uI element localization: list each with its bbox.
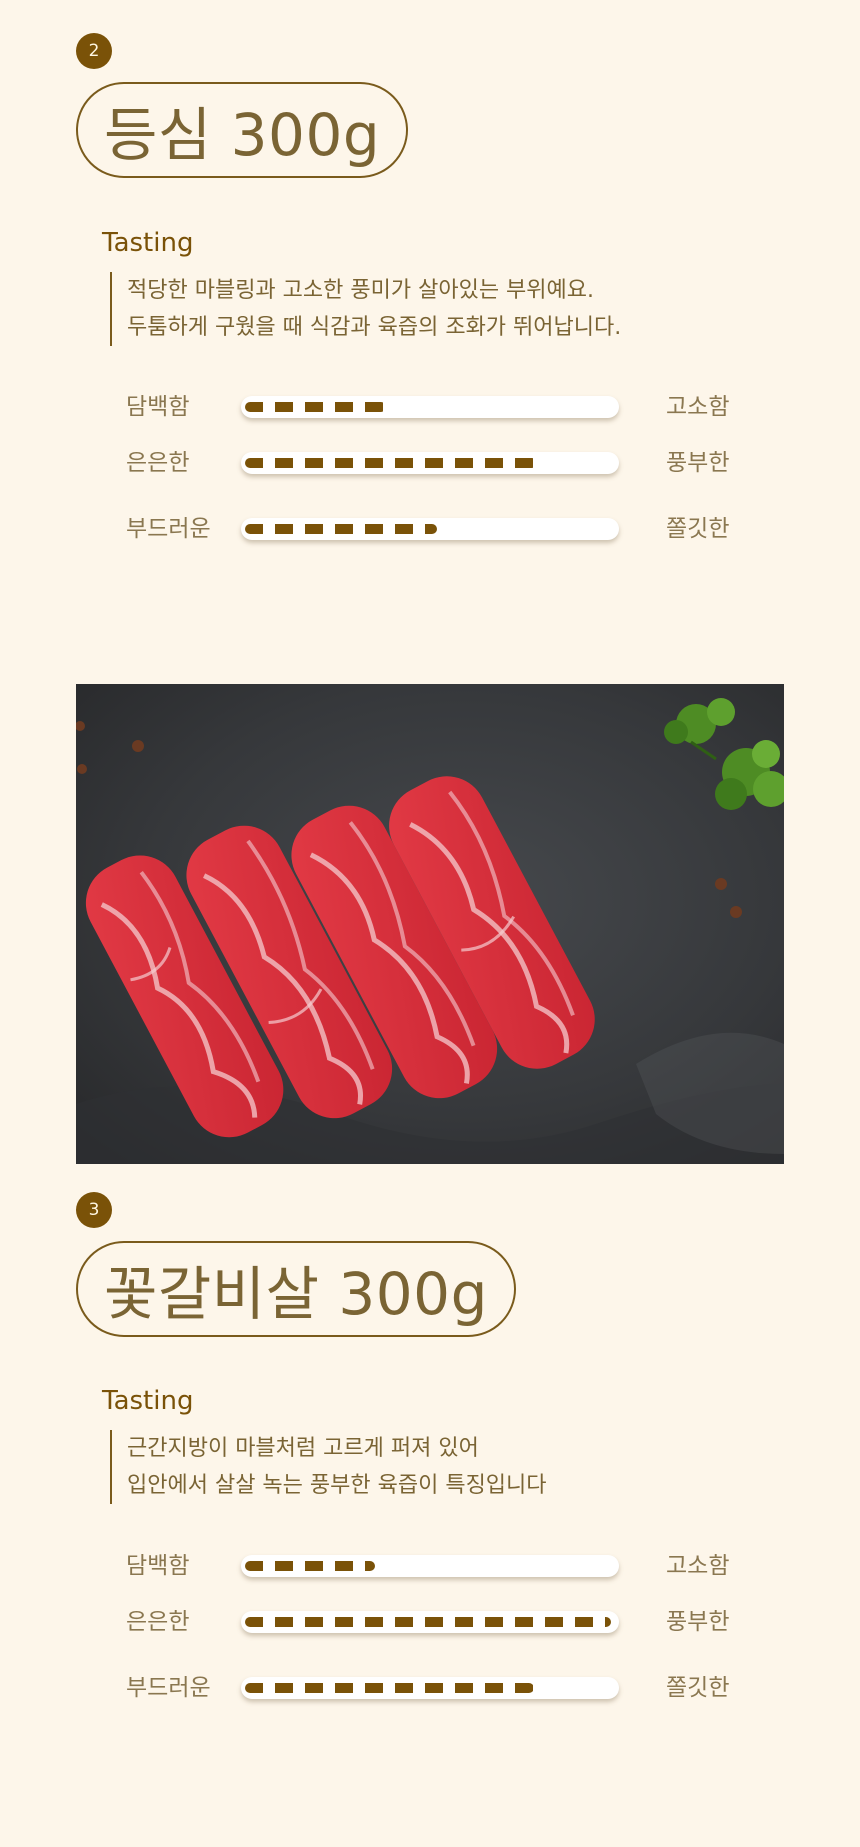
description-line-1: 근간지방이 마블처럼 고르게 퍼져 있어 (127, 1436, 479, 1461)
rating-right-label: 풍부한 (666, 450, 730, 476)
product-section-sirloin: 2 등심 300g Tasting 적당한 마블링과 고소한 풍미가 살아있는 … (76, 0, 784, 560)
rating-row-flavor: 담백함 고소함 (126, 387, 784, 427)
rating-left-label: 담백함 (126, 394, 190, 420)
item-number-badge: 3 (76, 1192, 112, 1228)
rating-bar-fill (245, 402, 386, 412)
rating-bar-fill (245, 1561, 375, 1571)
tasting-label: Tasting (102, 1386, 194, 1416)
rating-left-label: 은은한 (126, 1609, 190, 1635)
rating-row-texture: 부드러운 쫄깃한 (126, 509, 784, 549)
rating-bar-track (241, 518, 619, 540)
rating-bar-fill (245, 524, 437, 534)
rating-bar-track (241, 452, 619, 474)
description-line-2: 입안에서 살살 녹는 풍부한 육즙이 특징입니다 (127, 1473, 547, 1498)
rating-bar-track (241, 1677, 619, 1699)
rating-left-label: 담백함 (126, 1553, 190, 1579)
rating-bar-fill (245, 458, 537, 468)
product-photo (76, 684, 784, 1164)
rating-right-label: 쫄깃한 (666, 1675, 730, 1701)
rating-left-label: 은은한 (126, 450, 190, 476)
tasting-label: Tasting (102, 228, 194, 258)
rating-row-richness: 은은한 풍부한 (126, 443, 784, 483)
item-number-badge: 2 (76, 33, 112, 69)
rating-bar-fill (245, 1683, 534, 1693)
rating-row-flavor: 담백함 고소함 (126, 1546, 784, 1586)
rating-right-label: 고소함 (666, 1553, 730, 1579)
item-title: 등심 300g (76, 82, 409, 178)
rating-bar-track (241, 1611, 619, 1633)
description-line-1: 적당한 마블링과 고소한 풍미가 살아있는 부위예요. (127, 278, 595, 303)
tasting-description: 근간지방이 마블처럼 고르게 퍼져 있어 입안에서 살살 녹는 풍부한 육즙이 … (110, 1430, 547, 1504)
item-title: 꽃갈비살 300g (76, 1241, 516, 1337)
rating-bar-fill (245, 1617, 611, 1627)
rating-row-richness: 은은한 풍부한 (126, 1602, 784, 1642)
rating-bar-track (241, 1555, 619, 1577)
rating-row-texture: 부드러운 쫄깃한 (126, 1668, 784, 1708)
tasting-description: 적당한 마블링과 고소한 풍미가 살아있는 부위예요. 두툼하게 구웠을 때 식… (110, 272, 621, 346)
rating-right-label: 고소함 (666, 394, 730, 420)
rating-left-label: 부드러운 (126, 516, 211, 542)
product-section-rib-finger: 3 꽃갈비살 300g Tasting 근간지방이 마블처럼 고르게 퍼져 있어… (76, 1160, 784, 1720)
rating-bar-track (241, 396, 619, 418)
rating-right-label: 풍부한 (666, 1609, 730, 1635)
rating-left-label: 부드러운 (126, 1675, 211, 1701)
rating-right-label: 쫄깃한 (666, 516, 730, 542)
description-line-2: 두툼하게 구웠을 때 식감과 육즙의 조화가 뛰어납니다. (127, 315, 622, 340)
